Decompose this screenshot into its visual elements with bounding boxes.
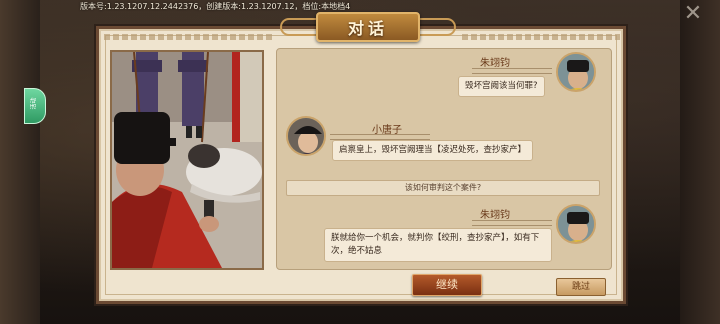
background-left-edge bbox=[0, 0, 40, 324]
speaker-underline bbox=[472, 68, 552, 74]
speaker-underline bbox=[472, 220, 552, 226]
speaker-name: 朱翊钧 bbox=[480, 210, 510, 221]
scene-illustration bbox=[110, 50, 264, 270]
message-bubble: 朕就给你一个机会，就判你【绞刑，查抄家产】，如有下次，绝不姑息 bbox=[324, 228, 552, 262]
message-bubble: 毁坏宫阙该当何罪? bbox=[458, 76, 545, 97]
continue-button[interactable]: 继续 bbox=[412, 274, 482, 296]
side-activity-tab[interactable]: 活动 bbox=[24, 88, 46, 124]
dialog-title: 对话 bbox=[347, 19, 388, 38]
title-scroll-right bbox=[416, 18, 456, 36]
emperor-avatar bbox=[556, 204, 596, 244]
skip-button[interactable]: 跳过 bbox=[556, 278, 606, 296]
trial-question: 该如何审判这个案件? bbox=[286, 180, 600, 196]
emperor-avatar bbox=[556, 52, 596, 92]
speaker-name: 朱翊钧 bbox=[480, 58, 510, 69]
background-right-edge bbox=[680, 0, 720, 324]
close-icon[interactable]: ✕ bbox=[682, 3, 704, 26]
message-bubble: 启禀皇上，毁坏宫阙理当【凌迟处死，查抄家产】 bbox=[332, 140, 534, 161]
side-tab-label: 活动 bbox=[30, 97, 38, 110]
court-scene-art bbox=[112, 52, 262, 268]
eunuch-avatar bbox=[286, 116, 326, 156]
title-ornament-right bbox=[462, 34, 620, 40]
title-ornament-left bbox=[104, 34, 274, 40]
version-info: 版本号:1.23.1207.12.2442376，创建版本:1.23.1207.… bbox=[80, 2, 351, 11]
title-scroll-left bbox=[280, 18, 320, 36]
